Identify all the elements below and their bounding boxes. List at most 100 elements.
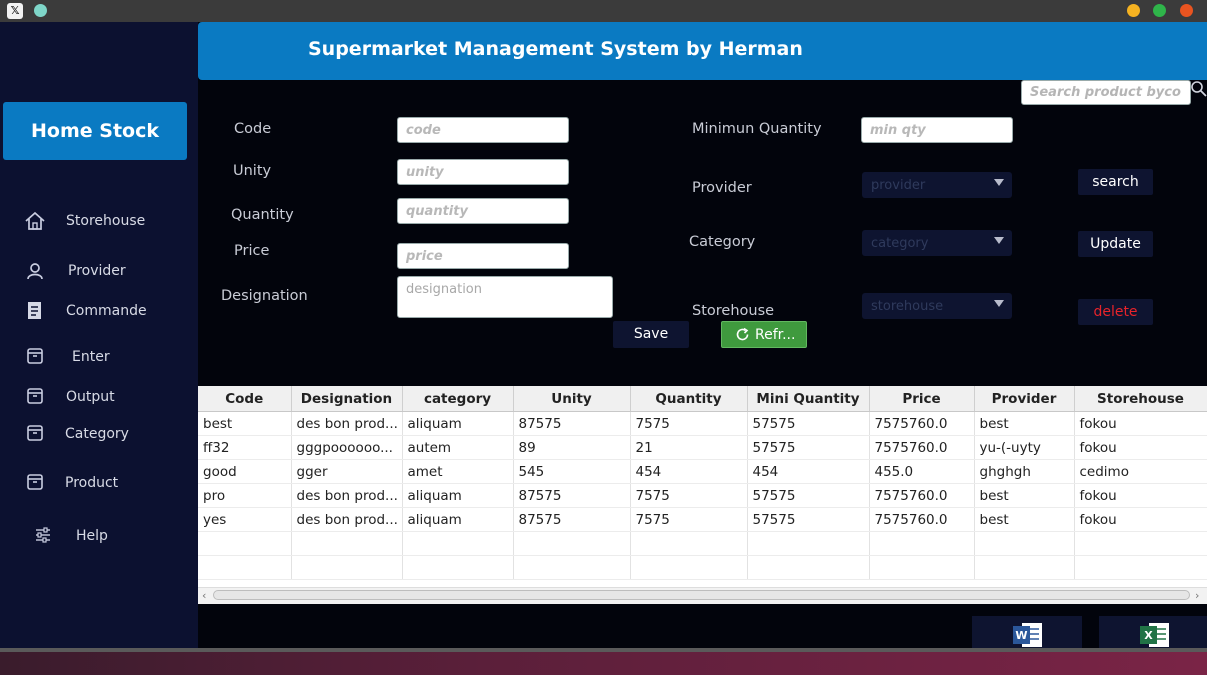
table-cell[interactable]: gggpoooooo... bbox=[291, 435, 403, 460]
column-header[interactable]: Mini Quantity bbox=[747, 386, 870, 412]
table-cell[interactable]: yu-(-uyty bbox=[974, 435, 1075, 460]
table-cell[interactable]: 89 bbox=[513, 435, 631, 460]
sidebar-item-output[interactable]: Output bbox=[24, 386, 194, 410]
table-cell[interactable]: pro bbox=[198, 483, 292, 508]
update-button[interactable]: Update bbox=[1078, 231, 1153, 257]
table-cell[interactable]: 87575 bbox=[513, 483, 631, 508]
sidebar-item-commande[interactable]: Commande bbox=[24, 300, 194, 324]
table-cell[interactable]: fokou bbox=[1074, 411, 1207, 436]
column-header[interactable]: Unity bbox=[513, 386, 631, 412]
table-cell[interactable]: aliquam bbox=[402, 483, 514, 508]
save-button[interactable]: Save bbox=[613, 321, 689, 348]
sidebar-item-enter[interactable]: Enter bbox=[24, 346, 194, 370]
home-stock-button[interactable]: Home Stock bbox=[3, 102, 187, 160]
table-cell[interactable]: cedimo bbox=[1074, 459, 1207, 484]
scroll-right-arrow-icon[interactable]: › bbox=[1195, 589, 1199, 602]
column-header[interactable]: Code bbox=[198, 386, 292, 412]
table-row[interactable]: best des bon prod... aliquam 87575 7575 57575… bbox=[198, 411, 1207, 436]
column-header[interactable]: Storehouse bbox=[1074, 386, 1207, 412]
code-input[interactable]: code bbox=[397, 117, 569, 143]
table-cell[interactable]: 455.0 bbox=[869, 459, 975, 484]
table-cell[interactable]: best bbox=[198, 411, 292, 436]
sidebar-item-label: Help bbox=[76, 528, 108, 544]
scroll-left-arrow-icon[interactable]: ‹ bbox=[202, 589, 206, 602]
table-row[interactable]: pro des bon prod... aliquam 87575 7575 57575 7… bbox=[198, 483, 1207, 508]
column-header[interactable]: Price bbox=[869, 386, 975, 412]
table-row[interactable]: yes des bon prod... aliquam 87575 7575 57575 7… bbox=[198, 507, 1207, 532]
table-cell[interactable]: 7575760.0 bbox=[869, 507, 975, 532]
column-header[interactable]: Provider bbox=[974, 386, 1075, 412]
table-cell[interactable]: 7575 bbox=[630, 507, 748, 532]
category-select[interactable]: category bbox=[862, 230, 1012, 256]
table-cell[interactable]: aliquam bbox=[402, 411, 514, 436]
scrollbar-thumb[interactable] bbox=[213, 590, 1190, 600]
products-table[interactable]: Code Designation category Unity Quantity… bbox=[198, 386, 1207, 604]
quantity-input[interactable]: quantity bbox=[397, 198, 569, 224]
table-cell[interactable]: 57575 bbox=[747, 483, 870, 508]
close-button[interactable] bbox=[1180, 4, 1193, 17]
export-excel-button[interactable]: X bbox=[1099, 616, 1207, 650]
refresh-button[interactable]: Refr... bbox=[721, 321, 807, 348]
table-cell[interactable]: des bon prod... bbox=[291, 411, 403, 436]
table-cell[interactable]: 57575 bbox=[747, 411, 870, 436]
table-header-row: Code Designation category Unity Quantity… bbox=[198, 386, 1207, 412]
price-input[interactable]: price bbox=[397, 243, 569, 269]
search-input[interactable]: Search product byco bbox=[1021, 80, 1191, 105]
table-cell[interactable]: 7575760.0 bbox=[869, 411, 975, 436]
table-cell[interactable]: aliquam bbox=[402, 507, 514, 532]
maximize-button[interactable] bbox=[1153, 4, 1166, 17]
table-cell[interactable]: 57575 bbox=[747, 507, 870, 532]
table-cell[interactable]: 57575 bbox=[747, 435, 870, 460]
table-cell[interactable]: good bbox=[198, 459, 292, 484]
table-cell[interactable]: amet bbox=[402, 459, 514, 484]
table-cell[interactable]: fokou bbox=[1074, 483, 1207, 508]
table-row[interactable]: good gger amet 545 454 454 455.0 ghghgh cedimo bbox=[198, 459, 1207, 484]
table-cell[interactable]: autem bbox=[402, 435, 514, 460]
page-title: Supermarket Management System by Herman bbox=[308, 38, 803, 60]
table-cell[interactable]: fokou bbox=[1074, 435, 1207, 460]
storehouse-select[interactable]: storehouse bbox=[862, 293, 1012, 319]
table-cell[interactable]: 454 bbox=[630, 459, 748, 484]
column-header[interactable]: category bbox=[402, 386, 514, 412]
column-header[interactable]: Quantity bbox=[630, 386, 748, 412]
document-icon bbox=[28, 302, 41, 319]
table-cell[interactable]: 545 bbox=[513, 459, 631, 484]
sidebar-item-help[interactable]: Help bbox=[34, 524, 194, 548]
provider-select[interactable]: provider bbox=[862, 172, 1012, 198]
table-cell[interactable]: fokou bbox=[1074, 507, 1207, 532]
column-header[interactable]: Designation bbox=[291, 386, 403, 412]
table-cell[interactable]: yes bbox=[198, 507, 292, 532]
search-icon[interactable] bbox=[1190, 80, 1207, 98]
table-cell[interactable]: 454 bbox=[747, 459, 870, 484]
sidebar-item-storehouse[interactable]: Storehouse bbox=[24, 210, 194, 234]
table-cell[interactable]: des bon prod... bbox=[291, 483, 403, 508]
table-cell[interactable]: ghghgh bbox=[974, 459, 1075, 484]
min-qty-label: Minimun Quantity bbox=[692, 121, 822, 137]
table-cell[interactable]: 7575 bbox=[630, 411, 748, 436]
export-word-button[interactable]: W bbox=[972, 616, 1082, 650]
table-cell[interactable]: des bon prod... bbox=[291, 507, 403, 532]
table-cell[interactable]: 21 bbox=[630, 435, 748, 460]
min-qty-input[interactable]: min qty bbox=[861, 117, 1013, 143]
unity-input[interactable]: unity bbox=[397, 159, 569, 185]
table-cell[interactable]: 7575760.0 bbox=[869, 483, 975, 508]
chevron-down-icon bbox=[994, 179, 1004, 186]
table-row[interactable]: ff32 gggpoooooo... autem 89 21 57575 7575760.0… bbox=[198, 435, 1207, 460]
table-cell bbox=[869, 531, 975, 556]
table-cell[interactable]: best bbox=[974, 483, 1075, 508]
minimize-button[interactable] bbox=[1127, 4, 1140, 17]
delete-button[interactable]: delete bbox=[1078, 299, 1153, 325]
table-cell[interactable]: gger bbox=[291, 459, 403, 484]
table-cell[interactable]: 7575 bbox=[630, 483, 748, 508]
table-cell[interactable]: best bbox=[974, 411, 1075, 436]
table-cell[interactable]: 87575 bbox=[513, 411, 631, 436]
table-cell[interactable]: best bbox=[974, 507, 1075, 532]
sidebar-item-category[interactable]: Category bbox=[24, 423, 194, 447]
sidebar-item-product[interactable]: Product bbox=[24, 472, 194, 496]
search-button[interactable]: search bbox=[1078, 169, 1153, 195]
sidebar-item-provider[interactable]: Provider bbox=[24, 260, 194, 284]
designation-textarea[interactable]: designation bbox=[397, 276, 613, 318]
table-cell[interactable]: ff32 bbox=[198, 435, 292, 460]
table-cell[interactable]: 7575760.0 bbox=[869, 435, 975, 460]
table-cell[interactable]: 87575 bbox=[513, 507, 631, 532]
